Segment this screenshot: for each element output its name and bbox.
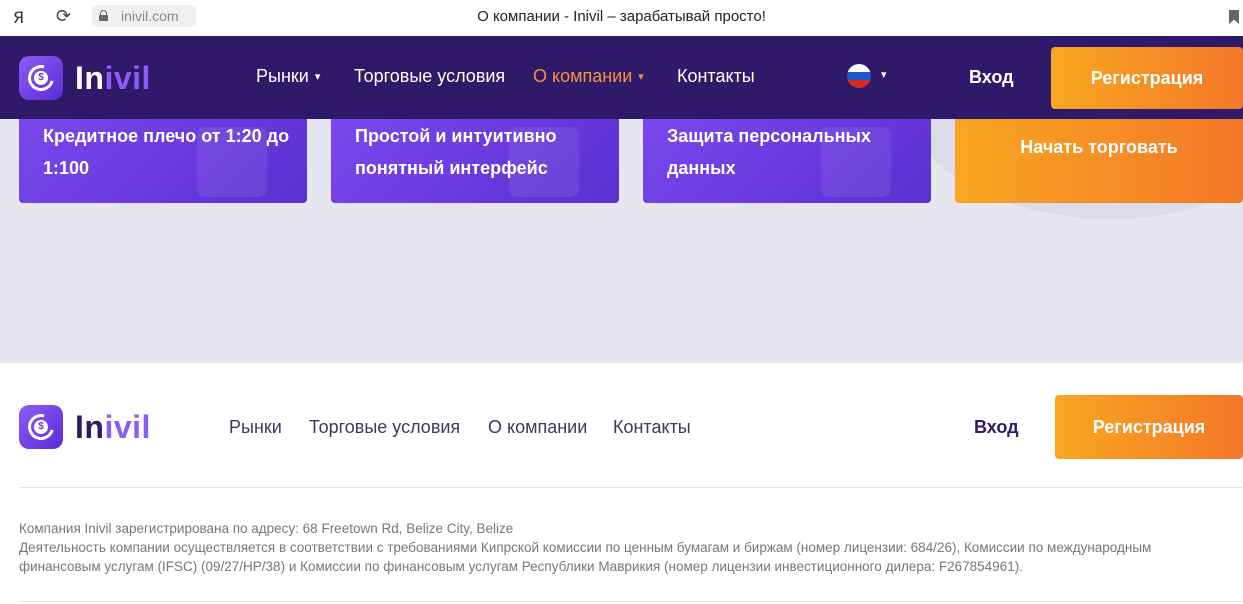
footer-nav-markets[interactable]: Рынки bbox=[229, 417, 282, 438]
footer-register-button[interactable]: Регистрация bbox=[1055, 395, 1243, 459]
chevron-down-icon: ▾ bbox=[638, 71, 644, 83]
footer-nav-about[interactable]: О компании bbox=[488, 417, 587, 438]
divider bbox=[19, 601, 1243, 602]
browser-bar: Я ⟳ inivil.com О компании - Inivil – зар… bbox=[0, 0, 1243, 36]
logo-text: Inivil bbox=[75, 408, 151, 445]
logo-icon: $ bbox=[19, 56, 63, 100]
nav-about[interactable]: О компании ▾ bbox=[533, 66, 644, 87]
russia-flag-icon[interactable] bbox=[847, 64, 871, 88]
logo-icon: $ bbox=[19, 405, 63, 449]
feature-card-leverage: Кредитное плечо от 1:20 до 1:100 bbox=[19, 119, 307, 203]
register-button[interactable]: Регистрация bbox=[1051, 47, 1243, 109]
nav-markets[interactable]: Рынки ▾ bbox=[256, 66, 320, 87]
page-title: О компании - Inivil – зарабатывай просто… bbox=[477, 8, 766, 25]
logo[interactable]: $ Inivil bbox=[19, 56, 151, 100]
footer-logo[interactable]: $ Inivil bbox=[19, 405, 151, 449]
footer-nav-contacts[interactable]: Контакты bbox=[613, 417, 691, 438]
legal-address: Компания Inivil зарегистрирована по адре… bbox=[19, 521, 514, 536]
feature-card-data-protection: Защита персональных данных bbox=[643, 119, 931, 203]
login-button[interactable]: Вход bbox=[969, 67, 1014, 88]
nav-trading-conditions[interactable]: Торговые условия bbox=[354, 66, 505, 87]
legal-text: Компания Inivil зарегистрирована по адре… bbox=[19, 519, 1234, 576]
site-header: $ Inivil Рынки ▾ Торговые условия О компа… bbox=[0, 36, 1243, 119]
chevron-down-icon[interactable]: ▾ bbox=[881, 68, 887, 81]
legal-licenses: Деятельность компании осуществляется в с… bbox=[19, 540, 1152, 574]
nav-contacts[interactable]: Контакты bbox=[677, 66, 755, 87]
footer-login-button[interactable]: Вход bbox=[974, 417, 1019, 438]
features-section: Кредитное плечо от 1:20 до 1:100 Простой… bbox=[0, 119, 1243, 363]
site-footer: $ Inivil Рынки Торговые условия О компан… bbox=[0, 363, 1243, 604]
start-trading-button[interactable]: Начать торговать bbox=[955, 119, 1243, 203]
divider bbox=[19, 487, 1243, 488]
chevron-down-icon: ▾ bbox=[314, 71, 321, 83]
footer-nav-trading-conditions[interactable]: Торговые условия bbox=[309, 417, 460, 438]
feature-card-interface: Простой и интуитивно понятный интерфейс bbox=[331, 119, 619, 203]
logo-text: Inivil bbox=[75, 59, 151, 96]
